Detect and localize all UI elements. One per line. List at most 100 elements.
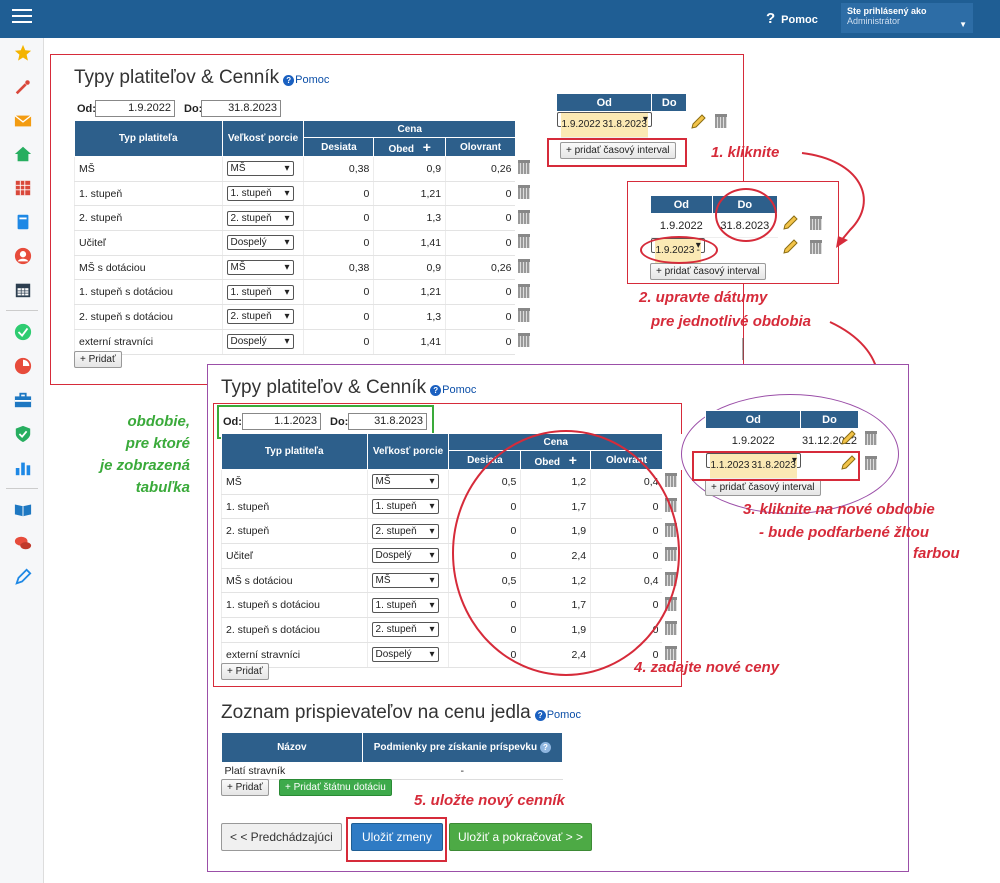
trash-icon[interactable]	[518, 333, 531, 348]
portion-select[interactable]: Dospelý	[226, 235, 294, 251]
calendar-icon[interactable]	[14, 281, 32, 299]
portion-select[interactable]: Dospelý	[226, 334, 294, 350]
price-desiata[interactable]: 0	[303, 181, 374, 207]
open-book-icon[interactable]	[14, 500, 32, 518]
portion-select[interactable]: 1. stupeň	[371, 499, 439, 515]
briefcase-icon[interactable]	[14, 391, 32, 409]
menu-icon[interactable]	[12, 9, 32, 25]
pen-icon[interactable]	[14, 568, 32, 586]
shield-icon[interactable]	[14, 425, 32, 443]
price-obed[interactable]: 0,9	[373, 255, 446, 281]
price-olovrant[interactable]: 0	[445, 205, 516, 232]
period-row[interactable]: 1.9.2022 31.8.2023	[556, 112, 652, 138]
price-desiata[interactable]: 0	[303, 304, 374, 330]
od-date-input[interactable]: 1.9.2022	[95, 100, 175, 117]
price-olovrant[interactable]: 0	[445, 304, 516, 330]
price-obed[interactable]: 0,9	[373, 156, 446, 182]
price-obed[interactable]: 1,21	[373, 279, 446, 306]
trash-icon[interactable]	[518, 259, 531, 274]
portion-select[interactable]: Dospelý	[371, 548, 439, 564]
portion-select[interactable]: 1. stupeň	[226, 284, 294, 300]
portion-select[interactable]: 1. stupeň	[371, 597, 439, 613]
col-do: Do	[800, 410, 859, 429]
portion-select[interactable]: 2. stupeň	[371, 622, 439, 638]
book-icon[interactable]	[14, 213, 32, 231]
portion-select[interactable]: MŠ	[226, 161, 294, 177]
price-olovrant[interactable]: 0	[445, 279, 516, 306]
portion-select[interactable]: MŠ	[371, 474, 439, 490]
add-contributor-button[interactable]: + Pridať	[221, 779, 269, 796]
pencil-icon[interactable]	[840, 430, 856, 446]
help-link[interactable]: ? Pomoc	[430, 384, 476, 396]
price-desiata[interactable]: 0	[303, 329, 374, 355]
chart-pie-icon[interactable]	[14, 357, 32, 375]
add-payer-button[interactable]: + Pridať	[221, 663, 269, 680]
trash-icon[interactable]	[518, 185, 531, 200]
price-obed[interactable]: 1,41	[373, 230, 446, 256]
check-icon[interactable]	[14, 323, 32, 341]
price-desiata[interactable]: 0,38	[303, 156, 374, 182]
trash-icon[interactable]	[518, 209, 531, 224]
price-obed[interactable]: 1,41	[373, 329, 446, 355]
table-row: externí stravníciDospelý01,410	[74, 329, 536, 355]
help-link[interactable]: ? Pomoc	[534, 709, 581, 721]
plus-icon[interactable]: +	[423, 139, 431, 155]
price-desiata[interactable]: 0	[303, 230, 374, 256]
previous-button[interactable]: < < Predchádzajúci	[221, 823, 342, 851]
trash-icon[interactable]	[865, 431, 877, 445]
payer-type: 2. stupeň s dotáciou	[221, 617, 368, 643]
magic-wand-icon[interactable]	[14, 78, 32, 96]
period-row[interactable]: 1.9.2022 31.12.2022	[705, 428, 858, 453]
price-olovrant[interactable]: 0	[445, 181, 516, 207]
pencil-icon[interactable]	[690, 114, 706, 130]
user-icon[interactable]	[14, 247, 32, 265]
trash-icon[interactable]	[518, 234, 531, 249]
portion-select[interactable]: 1. stupeň	[226, 186, 294, 202]
add-payer-button[interactable]: + Pridať	[74, 351, 122, 368]
price-obed[interactable]: 1,3	[373, 205, 446, 232]
bar-chart-icon[interactable]	[14, 459, 32, 477]
save-continue-button[interactable]: Uložiť a pokračovať > >	[449, 823, 593, 851]
price-obed[interactable]: 1,3	[373, 304, 446, 330]
payer-price-table: Typ platiteľa Veľkosť porcie Cena Desiat…	[74, 120, 536, 355]
price-olovrant[interactable]: 0	[445, 230, 516, 256]
table-row[interactable]: Platí stravník -	[221, 762, 563, 780]
portion-select[interactable]: 2. stupeň	[226, 309, 294, 325]
add-interval-button[interactable]: + pridať časový interval	[705, 479, 821, 496]
user-role: Administrátor	[847, 16, 901, 26]
annotation-step3c: farbou	[913, 545, 960, 562]
mail-icon[interactable]	[14, 112, 32, 130]
table-row: MŠ s dotáciouMŠ 0,380,90,26	[74, 255, 536, 281]
chat-icon[interactable]	[14, 534, 32, 552]
portion-select[interactable]: MŠ	[226, 260, 294, 276]
highlight-box	[346, 817, 447, 862]
trash-icon[interactable]	[665, 621, 678, 636]
price-obed[interactable]: 1,21	[373, 181, 446, 207]
trash-icon[interactable]	[715, 114, 727, 128]
do-date-input[interactable]: 31.8.2023	[201, 100, 281, 117]
trash-icon[interactable]	[665, 473, 678, 488]
price-olovrant[interactable]: 0,26	[445, 156, 516, 182]
trash-icon[interactable]	[865, 456, 877, 470]
grid-icon[interactable]	[14, 179, 32, 197]
contributor-table: Názov Podmienky pre získanie príspevku ?…	[221, 732, 564, 780]
portion-select[interactable]: 2. stupeň	[226, 210, 294, 226]
question-icon[interactable]: ?	[539, 742, 551, 753]
price-desiata[interactable]: 0,38	[303, 255, 374, 281]
portion-select[interactable]: Dospelý	[371, 647, 439, 663]
trash-icon[interactable]	[518, 160, 531, 175]
home-icon[interactable]	[14, 145, 32, 163]
portion-select[interactable]: 2. stupeň	[371, 523, 439, 539]
price-olovrant[interactable]: 0,26	[445, 255, 516, 281]
help-link[interactable]: ? Pomoc	[766, 10, 818, 27]
trash-icon[interactable]	[518, 283, 531, 298]
add-state-subsidy-button[interactable]: + Pridať štátnu dotáciu	[279, 779, 392, 796]
star-icon[interactable]	[14, 44, 32, 62]
price-olovrant[interactable]: 0	[445, 329, 516, 355]
portion-select[interactable]: MŠ	[371, 573, 439, 589]
trash-icon[interactable]	[518, 308, 531, 323]
user-menu[interactable]: Ste prihlásený ako Administrátor ▼	[841, 3, 973, 33]
help-link[interactable]: ? Pomoc	[283, 74, 329, 86]
price-desiata[interactable]: 0	[303, 205, 374, 232]
price-desiata[interactable]: 0	[303, 279, 374, 306]
